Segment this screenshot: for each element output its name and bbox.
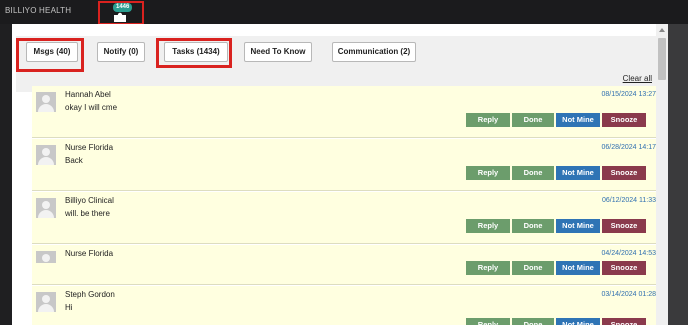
tab-bar: Msgs (40) Notify (0) Tasks (1434) Need T… — [16, 36, 664, 92]
snooze-button[interactable]: Snooze — [602, 261, 646, 275]
snooze-button[interactable]: Snooze — [602, 318, 646, 325]
message-text: Back — [65, 156, 83, 165]
top-bar: BILLIYO HEALTH 1446 — [0, 0, 688, 25]
reply-button[interactable]: Reply — [466, 166, 510, 180]
scrollbar-thumb[interactable] — [658, 38, 666, 80]
not-mine-button[interactable]: Not Mine — [556, 318, 600, 325]
inbox-icon — [114, 12, 126, 22]
message-time: 04/24/2024 14:53 — [601, 250, 657, 257]
tab-communication[interactable]: Communication (2) — [332, 42, 416, 62]
snooze-button[interactable]: Snooze — [602, 113, 646, 127]
avatar — [36, 92, 56, 112]
message-item: Nurse Florida Back 06/28/2024 14:17 Repl… — [32, 139, 660, 191]
snooze-button[interactable]: Snooze — [602, 166, 646, 180]
message-item: Nurse Florida 04/24/2024 14:53 Reply Don… — [32, 245, 660, 285]
avatar — [36, 145, 56, 165]
tab-need-to-know[interactable]: Need To Know — [244, 42, 312, 62]
message-sender: Hannah Abel — [65, 90, 111, 99]
message-text: Hi — [65, 303, 73, 312]
snooze-button[interactable]: Snooze — [602, 219, 646, 233]
message-text: okay I will cme — [65, 103, 118, 112]
message-sender: Steph Gordon — [65, 290, 115, 299]
done-button[interactable]: Done — [512, 318, 554, 325]
done-button[interactable]: Done — [512, 219, 554, 233]
tab-notify[interactable]: Notify (0) — [97, 42, 145, 62]
reply-button[interactable]: Reply — [466, 261, 510, 275]
reply-button[interactable]: Reply — [466, 318, 510, 325]
done-button[interactable]: Done — [512, 166, 554, 180]
message-time: 03/14/2024 01:28 — [601, 291, 657, 298]
message-time: 06/28/2024 14:17 — [601, 144, 657, 151]
clear-all-link[interactable]: Clear all — [623, 74, 652, 83]
message-sender: Billiyo Clinical — [65, 196, 114, 205]
done-button[interactable]: Done — [512, 261, 554, 275]
messages-panel: Msgs (40) Notify (0) Tasks (1434) Need T… — [12, 24, 668, 325]
message-time: 08/15/2024 13:27 — [601, 91, 657, 98]
scrollbar[interactable] — [656, 24, 668, 325]
reply-button[interactable]: Reply — [466, 113, 510, 127]
not-mine-button[interactable]: Not Mine — [556, 219, 600, 233]
message-sender: Nurse Florida — [65, 249, 114, 258]
highlight-msgs-tab — [16, 38, 84, 72]
background-strip — [0, 24, 12, 325]
avatar — [36, 292, 56, 312]
message-item: Hannah Abel okay I will cme 08/15/2024 1… — [32, 86, 660, 138]
scroll-up-arrow-icon[interactable] — [659, 28, 665, 32]
not-mine-button[interactable]: Not Mine — [556, 113, 600, 127]
reply-button[interactable]: Reply — [466, 219, 510, 233]
done-button[interactable]: Done — [512, 113, 554, 127]
message-item: Billiyo Clinical will. be there 06/12/20… — [32, 192, 660, 244]
not-mine-button[interactable]: Not Mine — [556, 166, 600, 180]
message-sender: Nurse Florida — [65, 143, 114, 152]
message-time: 06/12/2024 11:33 — [602, 197, 656, 204]
message-list: Hannah Abel okay I will cme 08/15/2024 1… — [32, 86, 660, 325]
message-item: Steph Gordon Hi 03/14/2024 01:28 Reply D… — [32, 286, 660, 325]
avatar — [36, 198, 56, 218]
avatar — [36, 251, 56, 263]
background-strip-right — [668, 24, 688, 325]
not-mine-button[interactable]: Not Mine — [556, 261, 600, 275]
app-brand: BILLIYO HEALTH — [5, 6, 72, 15]
notification-count-badge: 1446 — [113, 3, 133, 12]
message-text: will. be there — [65, 209, 110, 218]
highlight-tasks-tab — [156, 38, 232, 68]
notification-button[interactable]: 1446 — [98, 1, 144, 25]
